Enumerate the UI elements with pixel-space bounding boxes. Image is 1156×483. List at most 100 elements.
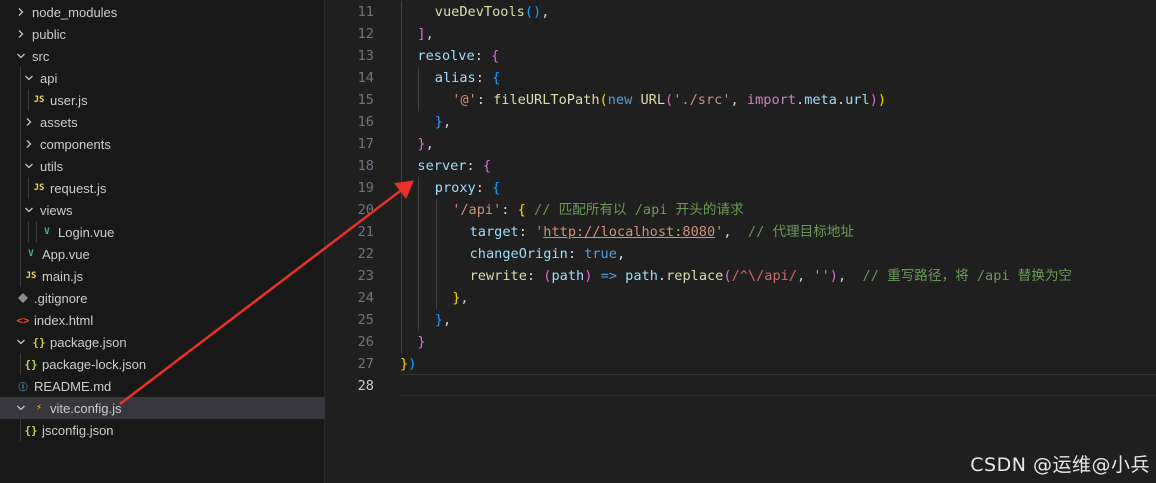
explorer-item-index-html[interactable]: <> index.html xyxy=(0,309,325,331)
chevron-down-icon[interactable] xyxy=(14,335,28,349)
code-line[interactable]: 20 '/api': { // 匹配所有以 /api 开头的请求 xyxy=(326,199,1156,221)
explorer-item-main-js[interactable]: JS main.js xyxy=(0,265,325,287)
vite-file-icon: ⚡ xyxy=(36,403,42,413)
code-token: , xyxy=(541,4,550,20)
code-content: rewrite: (path) => path.replace(/^\/api/… xyxy=(470,265,1073,287)
code-content: target: 'http://localhost:8080', // 代理目标… xyxy=(470,221,854,243)
code-token: , xyxy=(442,114,452,130)
code-token: , xyxy=(837,268,863,284)
code-line[interactable]: 12], xyxy=(326,23,1156,45)
chevron-right-icon[interactable] xyxy=(14,27,28,41)
indent-guide xyxy=(401,1,402,353)
code-token: server xyxy=(417,158,467,174)
code-line[interactable]: 26} xyxy=(326,331,1156,353)
code-token: path xyxy=(551,268,585,284)
code-content: }) xyxy=(400,353,416,375)
code-editor[interactable]: 11 vueDevTools(), 12], 13 resolve: {14 alias:… xyxy=(326,0,1156,483)
code-token: '@' xyxy=(452,92,477,108)
explorer-item-package-lock-json[interactable]: {} package-lock.json xyxy=(0,353,325,375)
chevron-down-icon[interactable] xyxy=(22,203,36,217)
code-line[interactable]: 16}, xyxy=(326,111,1156,133)
code-content: vueDevTools(), xyxy=(435,1,550,23)
code-line[interactable]: 14 alias: { xyxy=(326,67,1156,89)
line-number: 15 xyxy=(357,92,374,108)
code-content: '@': fileURLToPath(new URL('./src', impo… xyxy=(452,89,886,111)
code-token: meta xyxy=(804,92,837,108)
indent-guide xyxy=(20,133,21,155)
line-number: 24 xyxy=(357,290,374,306)
explorer-item-src[interactable]: src xyxy=(0,45,325,67)
current-line-highlight xyxy=(400,374,1156,396)
code-line[interactable]: 15 '@': fileURLToPath(new URL('./src', im… xyxy=(326,89,1156,111)
explorer-item-label: package-lock.json xyxy=(42,356,147,372)
code-line[interactable]: 27}) xyxy=(326,353,1156,375)
code-token: { xyxy=(492,70,501,86)
explorer-item-label: public xyxy=(32,26,66,42)
explorer-item-label: .gitignore xyxy=(34,290,88,306)
code-line[interactable]: 19 proxy: { xyxy=(326,177,1156,199)
explorer-item-utils[interactable]: utils xyxy=(0,155,325,177)
code-line[interactable]: 24}, xyxy=(326,287,1156,309)
code-token: /^\/api/ xyxy=(731,268,798,284)
code-token: ( xyxy=(599,92,608,108)
code-token: proxy xyxy=(434,180,476,196)
explorer-item-request-js[interactable]: JS request.js xyxy=(0,177,325,199)
code-line[interactable]: 11 vueDevTools(), xyxy=(326,1,1156,23)
chevron-down-icon[interactable] xyxy=(22,71,36,85)
explorer-item-label: assets xyxy=(40,114,78,130)
explorer-item-api[interactable]: api xyxy=(0,67,325,89)
indent-guide xyxy=(28,221,29,243)
code-line[interactable]: 21 target: 'http://localhost:8080', // 代理… xyxy=(326,221,1156,243)
explorer-item-jsconfig-json[interactable]: {} jsconfig.json xyxy=(0,419,325,441)
line-number: 21 xyxy=(357,224,374,240)
explorer-item-label: src xyxy=(32,48,50,64)
code-line[interactable]: 23 rewrite: (path) => path.replace(/^\/ap… xyxy=(326,265,1156,287)
explorer-item-app-vue[interactable]: V App.vue xyxy=(0,243,325,265)
explorer-item-label: jsconfig.json xyxy=(42,422,114,438)
explorer-item-gitignore[interactable]: .gitignore xyxy=(0,287,325,309)
explorer-item-components[interactable]: components xyxy=(0,133,325,155)
code-token: { xyxy=(491,48,500,64)
explorer-item-login-vue[interactable]: V Login.vue xyxy=(0,221,325,243)
chevron-down-icon[interactable] xyxy=(14,49,28,63)
chevron-right-icon[interactable] xyxy=(14,5,28,19)
chevron-right-icon[interactable] xyxy=(22,137,36,151)
explorer-item-package-json[interactable]: {} package.json xyxy=(0,331,325,353)
code-line[interactable]: 17}, xyxy=(326,133,1156,155)
code-line[interactable]: 25}, xyxy=(326,309,1156,331)
json-file-icon: {} xyxy=(32,335,46,349)
code-content: resolve: { xyxy=(417,45,499,67)
chevron-down-icon[interactable] xyxy=(22,159,36,173)
line-number: 20 xyxy=(357,202,374,218)
code-token: ( xyxy=(665,92,674,108)
code-token: changeOrigin xyxy=(469,246,568,262)
indent-guide xyxy=(20,199,21,221)
line-number: 18 xyxy=(357,158,374,174)
code-line[interactable]: 22 changeOrigin: true, xyxy=(326,243,1156,265)
code-token: new xyxy=(607,92,641,108)
code-token: ) xyxy=(877,92,887,108)
indent-guide xyxy=(20,111,21,133)
code-token: // 代理目标地址 xyxy=(747,224,855,240)
explorer-item-public[interactable]: public xyxy=(0,23,325,45)
code-line[interactable]: 18 server: { xyxy=(326,155,1156,177)
code-token: : xyxy=(476,92,494,108)
explorer-item-readme-md[interactable]: ⓘ README.md xyxy=(0,375,325,397)
code-token: // 匹配所有以 /api 开头的请求 xyxy=(534,202,744,218)
explorer-item-node-modules[interactable]: node_modules xyxy=(0,1,325,23)
explorer-item-assets[interactable]: assets xyxy=(0,111,325,133)
code-token: url xyxy=(845,92,870,108)
explorer-item-vite-config-js[interactable]: ⚡ vite.config.js xyxy=(0,397,325,419)
explorer-item-label: request.js xyxy=(50,180,107,196)
code-line[interactable]: 13 resolve: { xyxy=(326,45,1156,67)
js-file-icon: JS xyxy=(33,183,45,193)
explorer-item-user-js[interactable]: JS user.js xyxy=(0,89,325,111)
line-number: 22 xyxy=(357,246,374,262)
explorer-item-views[interactable]: views xyxy=(0,199,325,221)
indent-guide xyxy=(28,177,29,199)
chevron-down-icon[interactable] xyxy=(14,401,28,415)
code-token: replace xyxy=(666,268,724,284)
chevron-right-icon[interactable] xyxy=(22,115,36,129)
